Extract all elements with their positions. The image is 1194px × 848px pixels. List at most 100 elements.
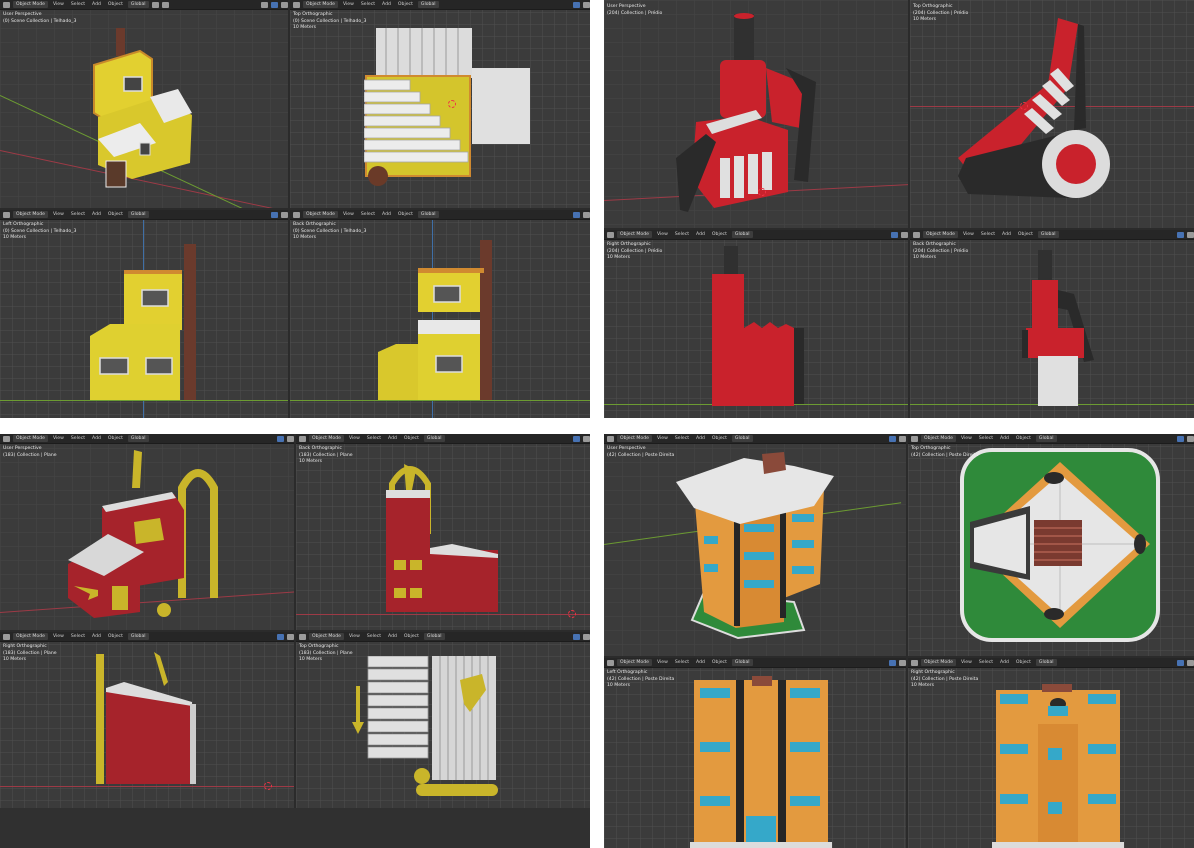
barn-model-top[interactable] <box>352 656 512 802</box>
menu-select[interactable]: Select <box>673 231 691 238</box>
viewport-left-orthographic[interactable]: Object Mode View Select Add Object Globa… <box>604 658 906 848</box>
menu-object[interactable]: Object <box>106 633 125 640</box>
shading-icon[interactable] <box>583 1 590 8</box>
menu-view[interactable]: View <box>51 435 66 442</box>
viewport-user-perspective[interactable]: Object Mode View Select Add Object Globa… <box>0 434 294 630</box>
menu-select[interactable]: Select <box>673 659 691 666</box>
menu-view[interactable]: View <box>51 211 66 218</box>
overlay-icon[interactable] <box>573 633 580 640</box>
menu-select[interactable]: Select <box>69 1 87 8</box>
menu-object[interactable]: Object <box>710 231 729 238</box>
menu-select[interactable]: Select <box>69 211 87 218</box>
viewport-user-perspective[interactable]: Object Mode View Select Add Object Globa… <box>0 0 288 208</box>
overlay-icon[interactable] <box>271 211 278 218</box>
editor-type-icon[interactable] <box>299 633 306 640</box>
mode-dropdown[interactable]: Object Mode <box>309 435 344 442</box>
editor-type-icon[interactable] <box>299 435 306 442</box>
shading-icon[interactable] <box>583 435 590 442</box>
menu-view[interactable]: View <box>655 659 670 666</box>
shading-icon[interactable] <box>287 435 294 442</box>
orientation-dropdown[interactable]: Global <box>1035 659 1057 666</box>
shading-icon[interactable] <box>899 659 906 666</box>
shading-icon[interactable] <box>287 633 294 640</box>
orientation-dropdown[interactable]: Global <box>731 659 753 666</box>
house-model-left[interactable] <box>90 244 202 402</box>
editor-type-icon[interactable] <box>293 211 300 218</box>
menu-add[interactable]: Add <box>90 1 103 8</box>
editor-type-icon[interactable] <box>607 435 614 442</box>
viewport-back-orthographic[interactable]: Object Mode View Select Add Object Globa… <box>910 230 1194 418</box>
overlay-icon[interactable] <box>889 659 896 666</box>
house-model-back[interactable] <box>378 240 498 402</box>
overlay-icon[interactable] <box>277 633 284 640</box>
barn-model-perspective[interactable] <box>64 448 234 618</box>
overlay-icon[interactable] <box>573 211 580 218</box>
menu-object[interactable]: Object <box>402 435 421 442</box>
viewport-right-orthographic[interactable]: Object Mode View Select Add Object Globa… <box>908 658 1194 848</box>
viewport-back-orthographic[interactable]: Object Mode View Select Add Object Globa… <box>296 434 590 630</box>
orientation-dropdown[interactable]: Global <box>417 1 439 8</box>
shading-icon[interactable] <box>901 231 908 238</box>
viewport-left-orthographic[interactable]: Object Mode View Select Add Object Globa… <box>0 210 288 418</box>
shading-icon[interactable] <box>899 435 906 442</box>
menu-add[interactable]: Add <box>90 633 103 640</box>
mode-dropdown[interactable]: Object Mode <box>617 435 652 442</box>
mode-dropdown[interactable]: Object Mode <box>921 659 956 666</box>
menu-add[interactable]: Add <box>90 211 103 218</box>
menu-select[interactable]: Select <box>979 231 997 238</box>
shading-icon[interactable] <box>281 1 288 8</box>
menu-select[interactable]: Select <box>69 633 87 640</box>
menu-object[interactable]: Object <box>1014 659 1033 666</box>
editor-type-icon[interactable] <box>3 633 10 640</box>
editor-type-icon[interactable] <box>3 1 10 8</box>
viewport-back-orthographic[interactable]: Object Mode View Select Add Object Globa… <box>290 210 590 418</box>
building-model-right[interactable] <box>992 684 1124 848</box>
menu-add[interactable]: Add <box>380 1 393 8</box>
menu-object[interactable]: Object <box>396 1 415 8</box>
viewport-top-orthographic[interactable]: Object Mode View Select Add Object Globa… <box>290 0 590 208</box>
editor-type-icon[interactable] <box>3 435 10 442</box>
menu-select[interactable]: Select <box>977 659 995 666</box>
orientation-dropdown[interactable]: Global <box>127 211 149 218</box>
menu-select[interactable]: Select <box>365 633 383 640</box>
overlay-icon[interactable] <box>891 231 898 238</box>
menu-view[interactable]: View <box>51 1 66 8</box>
barn-model-back[interactable] <box>382 454 502 614</box>
menu-add[interactable]: Add <box>380 211 393 218</box>
factory-model-top[interactable] <box>958 18 1118 208</box>
menu-view[interactable]: View <box>655 231 670 238</box>
overlay-icon[interactable] <box>1177 435 1184 442</box>
menu-add[interactable]: Add <box>694 231 707 238</box>
menu-view[interactable]: View <box>341 1 356 8</box>
menu-add[interactable]: Add <box>386 633 399 640</box>
orientation-dropdown[interactable]: Global <box>1037 231 1059 238</box>
proportional-icon[interactable] <box>161 1 169 8</box>
menu-add[interactable]: Add <box>1000 231 1013 238</box>
menu-select[interactable]: Select <box>359 211 377 218</box>
overlay-icon[interactable] <box>1177 231 1184 238</box>
orientation-dropdown[interactable]: Global <box>127 435 149 442</box>
orientation-dropdown[interactable]: Global <box>417 211 439 218</box>
menu-view[interactable]: View <box>959 659 974 666</box>
menu-object[interactable]: Object <box>710 659 729 666</box>
mode-dropdown[interactable]: Object Mode <box>309 633 344 640</box>
menu-view[interactable]: View <box>347 633 362 640</box>
viewport-right-orthographic[interactable]: Object Mode View Select Add Object Globa… <box>604 230 908 418</box>
overlay-icon[interactable] <box>889 435 896 442</box>
overlay-icon[interactable] <box>1177 659 1184 666</box>
menu-add[interactable]: Add <box>694 435 707 442</box>
mode-dropdown[interactable]: Object Mode <box>617 231 652 238</box>
menu-object[interactable]: Object <box>1014 435 1033 442</box>
overlay-icon[interactable] <box>573 1 580 8</box>
editor-type-icon[interactable] <box>911 659 918 666</box>
shading-icon[interactable] <box>583 211 590 218</box>
menu-view[interactable]: View <box>51 633 66 640</box>
barn-model-right[interactable] <box>94 652 204 786</box>
building-model-top[interactable] <box>960 448 1160 644</box>
menu-select[interactable]: Select <box>359 1 377 8</box>
orientation-dropdown[interactable]: Global <box>127 633 149 640</box>
editor-type-icon[interactable] <box>913 231 920 238</box>
menu-object[interactable]: Object <box>106 211 125 218</box>
orientation-dropdown[interactable]: Global <box>731 435 753 442</box>
mode-dropdown[interactable]: Object Mode <box>921 435 956 442</box>
